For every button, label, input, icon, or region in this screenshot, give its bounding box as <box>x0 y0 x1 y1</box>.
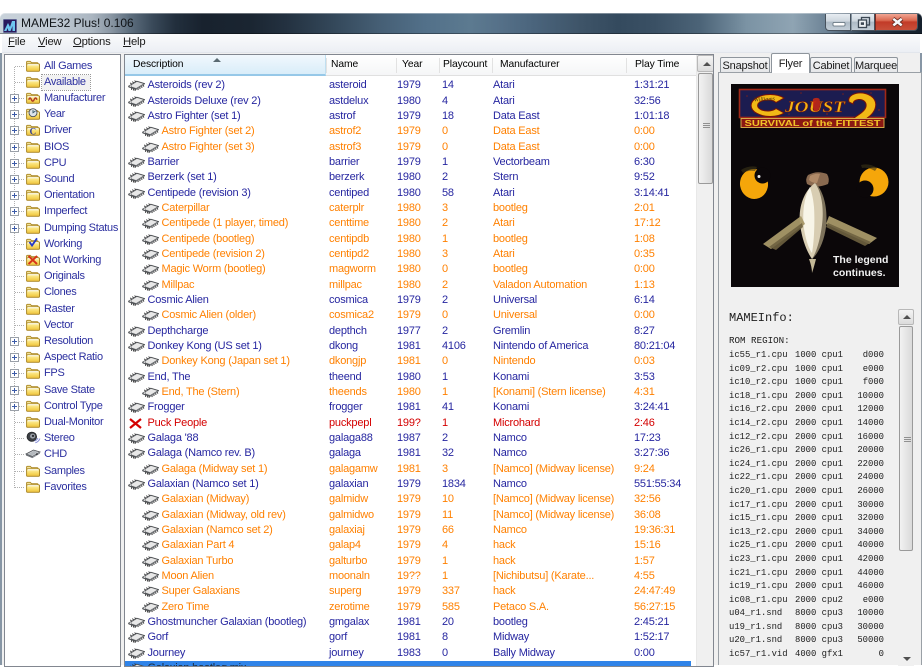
svg-text:continues.: continues. <box>833 267 886 279</box>
svg-text:SURVIVAL of the FITTEST: SURVIVAL of the FITTEST <box>745 119 881 128</box>
svg-text:Williams: Williams <box>754 96 776 103</box>
svg-text:The legend: The legend <box>833 254 888 266</box>
